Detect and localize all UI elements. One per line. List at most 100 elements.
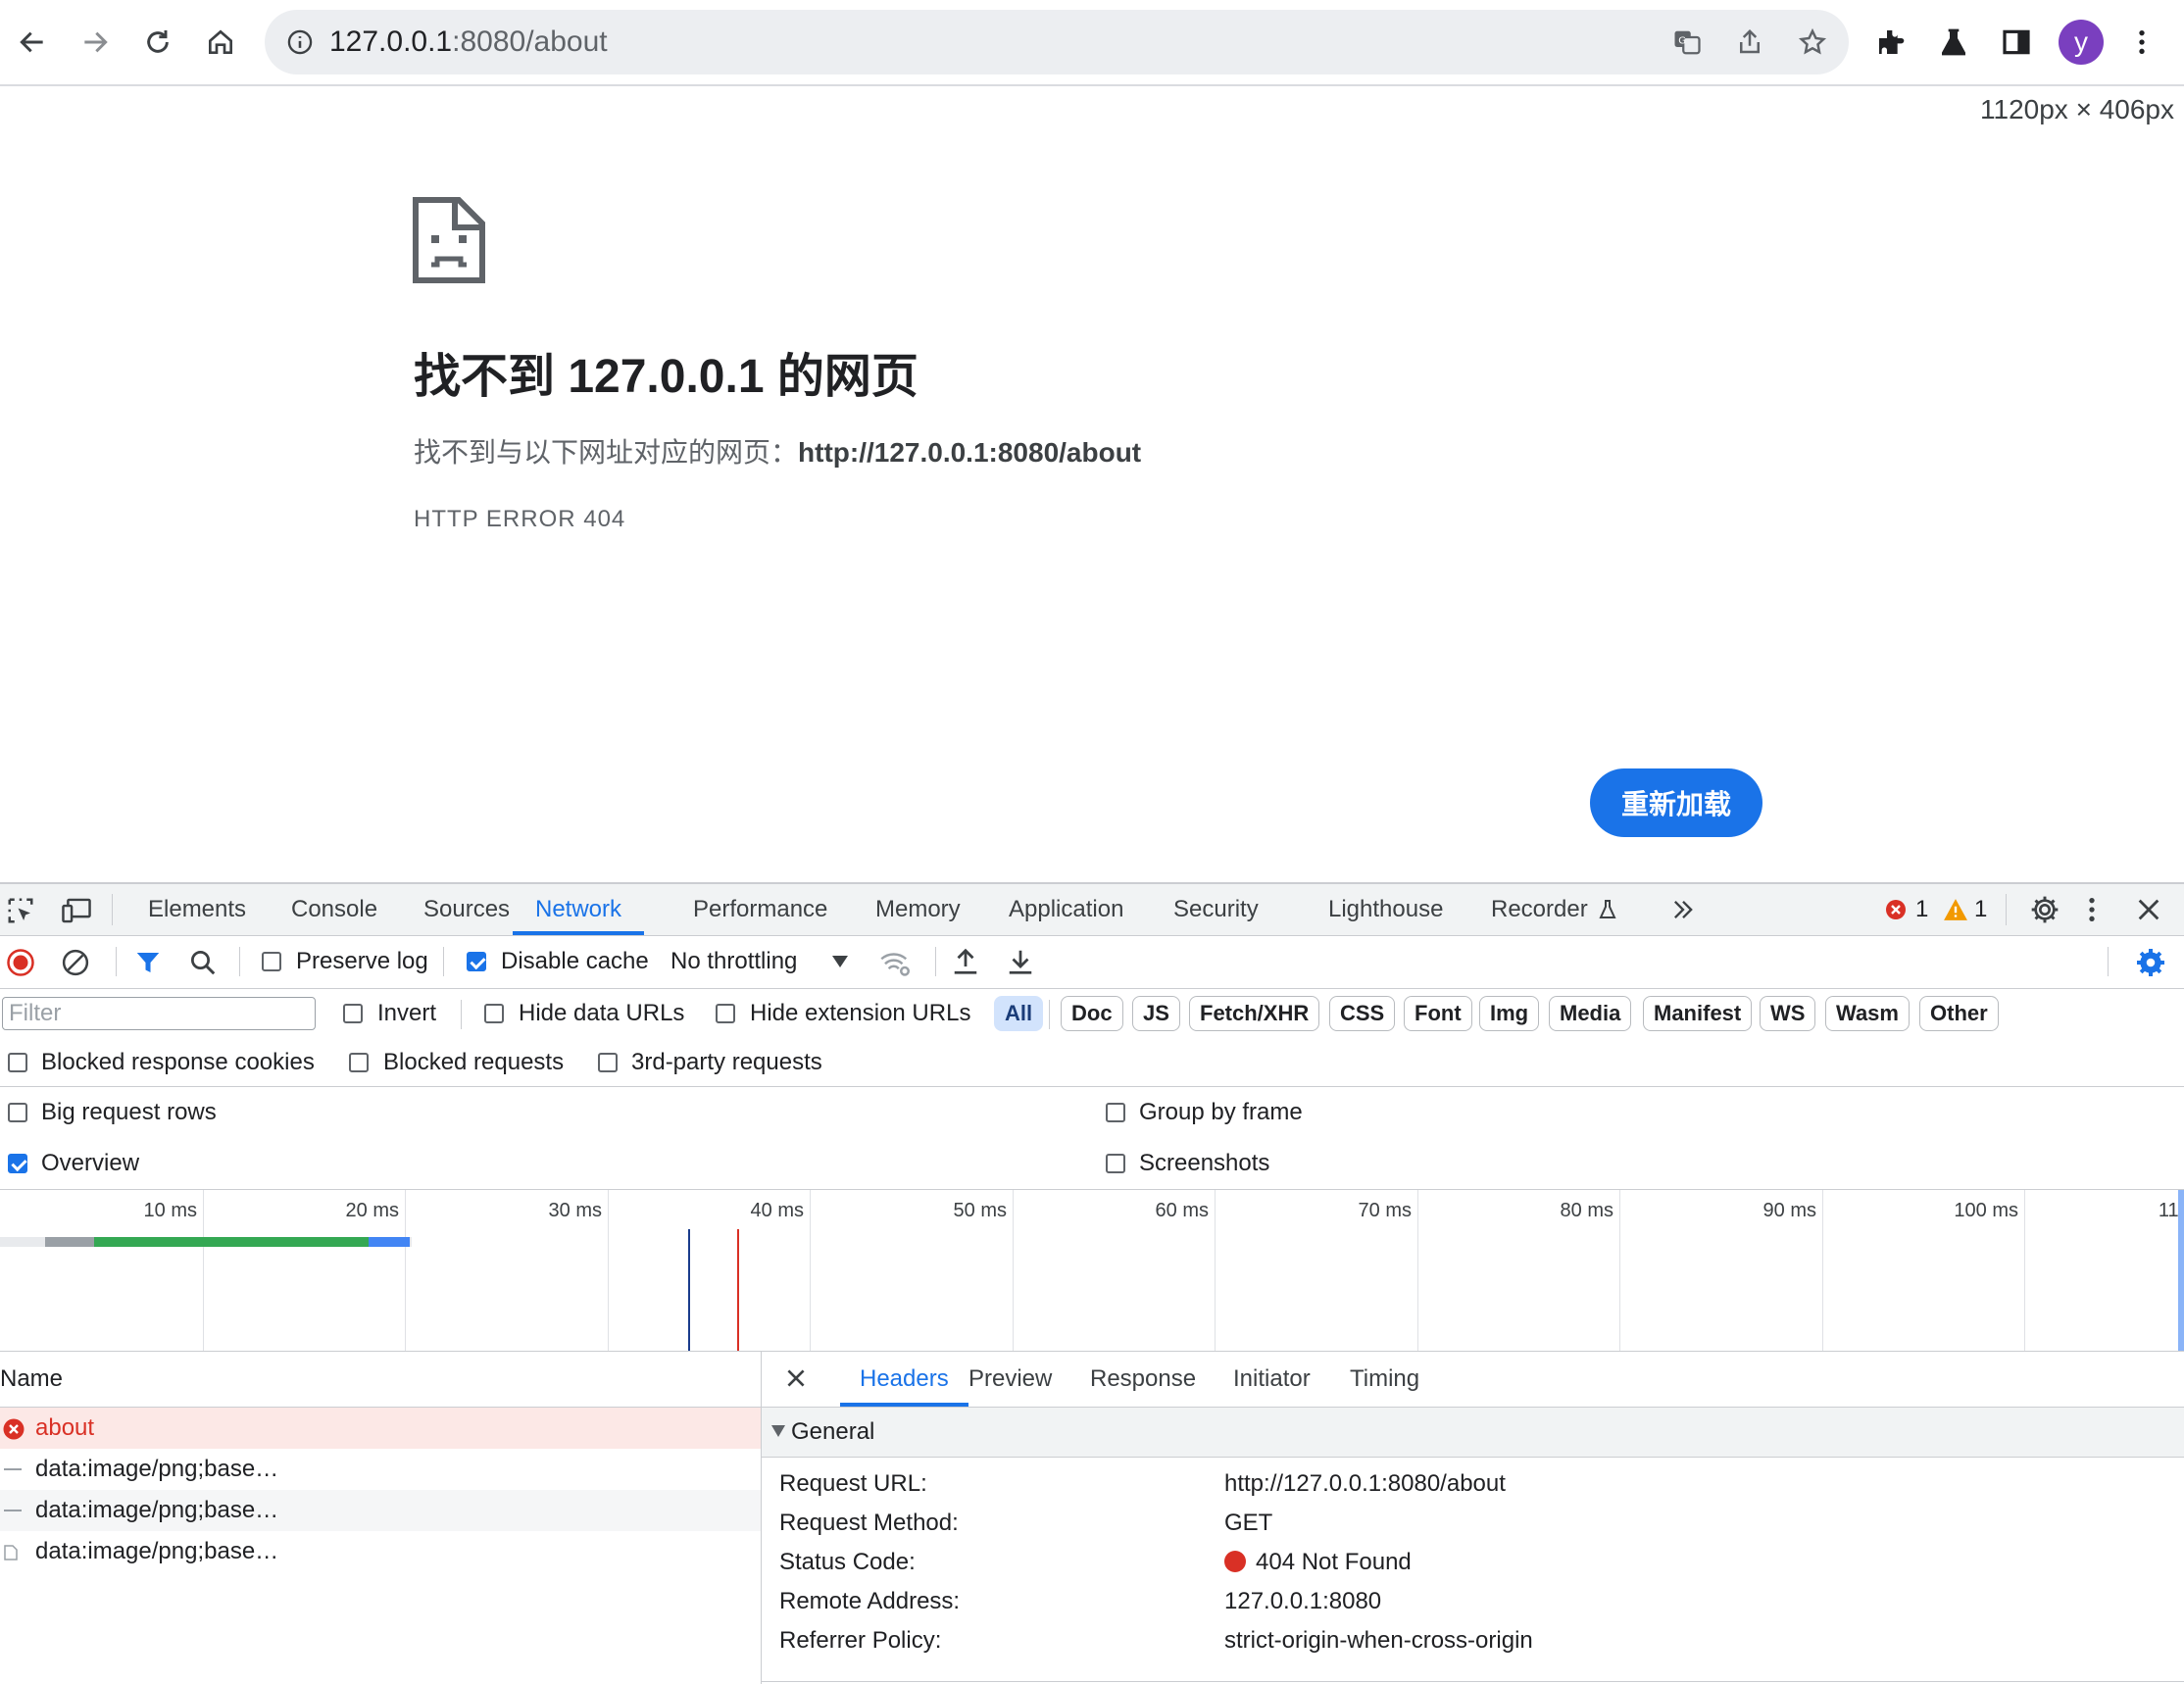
labs-button[interactable]: [1929, 18, 1978, 67]
timeline-tick-label: 100 ms: [1954, 1200, 2018, 1221]
browser-menu-button[interactable]: [2117, 18, 2166, 67]
search-icon[interactable]: [188, 948, 218, 977]
timeline-request-bar: [0, 1237, 412, 1247]
filter-funnel-icon[interactable]: [133, 948, 163, 977]
bookmark-star-icon[interactable]: [1798, 27, 1827, 57]
more-tabs-icon[interactable]: [1668, 896, 1698, 923]
reload-page-button[interactable]: [133, 18, 182, 67]
blocked-response-cookies-label: Blocked response cookies: [41, 1049, 315, 1075]
type-filter-all[interactable]: All: [994, 996, 1044, 1031]
device-toolbar-icon[interactable]: [61, 896, 92, 925]
hide-data-urls-checkbox[interactable]: [484, 1004, 504, 1023]
tab-performance[interactable]: Performance: [693, 884, 827, 935]
extensions-button[interactable]: [1866, 18, 1915, 67]
profile-avatar[interactable]: y: [2059, 20, 2104, 65]
request-name: about: [35, 1414, 95, 1441]
clear-icon[interactable]: [61, 948, 90, 977]
address-bar[interactable]: 127.0.0.1:8080/about G: [265, 10, 1849, 74]
header-key: Remote Address:: [779, 1588, 961, 1614]
devtools-menu-icon[interactable]: [2084, 894, 2100, 925]
error-count[interactable]: 1: [1915, 884, 1928, 935]
dom-content-loaded-marker: [688, 1229, 690, 1351]
overview-checkbox[interactable]: [8, 1154, 27, 1173]
overview-range-handle[interactable]: [2178, 1190, 2184, 1351]
type-filter-manifest[interactable]: Manifest: [1643, 996, 1753, 1031]
type-filter-font[interactable]: Font: [1404, 996, 1472, 1031]
type-filter-other[interactable]: Other: [1919, 996, 1999, 1031]
translate-icon[interactable]: G: [1672, 27, 1702, 57]
record-stop-icon[interactable]: [6, 948, 35, 977]
back-button[interactable]: [8, 18, 57, 67]
type-filter-media[interactable]: Media: [1549, 996, 1632, 1031]
details-tab-timing[interactable]: Timing: [1350, 1352, 1419, 1407]
disable-cache-checkbox[interactable]: [467, 952, 486, 971]
export-har-icon[interactable]: [1006, 946, 1035, 977]
error-count-icon[interactable]: [1884, 898, 1908, 921]
details-tab-preview[interactable]: Preview: [968, 1352, 1052, 1407]
site-info-icon[interactable]: [286, 28, 314, 56]
home-button[interactable]: [196, 18, 245, 67]
tab-memory[interactable]: Memory: [875, 884, 961, 935]
type-filter-wasm[interactable]: Wasm: [1825, 996, 1910, 1031]
svg-text:G: G: [1678, 35, 1686, 46]
share-icon[interactable]: [1735, 27, 1764, 57]
tab-application[interactable]: Application: [1009, 884, 1123, 935]
timeline-tick-label: 70 ms: [1358, 1200, 1412, 1221]
tab-network[interactable]: Network: [513, 884, 645, 935]
name-column-header[interactable]: Name: [0, 1352, 761, 1408]
network-settings-gear-icon[interactable]: [2135, 947, 2166, 978]
forward-button[interactable]: [71, 18, 120, 67]
group-by-frame-checkbox[interactable]: [1106, 1103, 1125, 1122]
filter-input[interactable]: Filter: [2, 997, 316, 1030]
tab-recorder[interactable]: Recorder: [1491, 884, 1588, 935]
request-row[interactable]: data:image/png;base…: [0, 1449, 761, 1490]
forward-arrow-icon: [84, 31, 108, 53]
general-section-header[interactable]: General: [762, 1408, 2184, 1458]
request-row[interactable]: data:image/png;base…: [0, 1490, 761, 1531]
inspect-element-icon[interactable]: [6, 896, 35, 925]
type-filter-js[interactable]: JS: [1132, 996, 1180, 1031]
request-row[interactable]: data:image/png;base…: [0, 1531, 761, 1572]
tab-elements[interactable]: Elements: [148, 884, 246, 935]
network-conditions-icon[interactable]: [878, 948, 912, 977]
settings-gear-icon[interactable]: [2029, 894, 2060, 925]
type-filter-img[interactable]: Img: [1479, 996, 1540, 1031]
type-filter-ws[interactable]: WS: [1760, 996, 1816, 1031]
timeline-grid-line: [1619, 1190, 1620, 1351]
image-type-icon: [4, 1510, 22, 1511]
timeline-grid-line: [810, 1190, 811, 1351]
close-details-icon[interactable]: [783, 1365, 809, 1391]
request-row-about[interactable]: about: [0, 1408, 761, 1449]
type-filter-fetch-xhr[interactable]: Fetch/XHR: [1189, 996, 1320, 1031]
network-overview-timeline[interactable]: 10 ms 20 ms 30 ms 40 ms 50 ms 60 ms 70 ms 80 ms…: [0, 1190, 2184, 1352]
details-tab-headers[interactable]: Headers: [840, 1352, 968, 1407]
blocked-response-cookies-checkbox[interactable]: [8, 1053, 27, 1072]
tab-sources[interactable]: Sources: [423, 884, 510, 935]
third-party-requests-checkbox[interactable]: [598, 1053, 618, 1072]
type-filter-css[interactable]: CSS: [1329, 996, 1396, 1031]
warning-count[interactable]: 1: [1974, 884, 1987, 935]
preserve-log-checkbox[interactable]: [262, 952, 281, 971]
tab-console[interactable]: Console: [291, 884, 377, 935]
invert-checkbox[interactable]: [343, 1004, 363, 1023]
blocked-requests-checkbox[interactable]: [349, 1053, 369, 1072]
chevron-down-icon[interactable]: [831, 955, 849, 968]
details-tab-initiator[interactable]: Initiator: [1233, 1352, 1311, 1407]
import-har-icon[interactable]: [951, 946, 980, 977]
request-name: data:image/png;base…: [35, 1456, 279, 1482]
throttling-select[interactable]: No throttling: [670, 935, 797, 988]
reload-button[interactable]: 重新加载: [1590, 768, 1762, 837]
tab-security[interactable]: Security: [1173, 884, 1259, 935]
home-icon: [209, 29, 232, 54]
type-filter-doc[interactable]: Doc: [1061, 996, 1123, 1031]
details-tab-response[interactable]: Response: [1090, 1352, 1196, 1407]
timeline-grid-line: [1013, 1190, 1014, 1351]
close-devtools-icon[interactable]: [2135, 896, 2162, 923]
side-panel-button[interactable]: [1992, 18, 2041, 67]
warning-count-icon[interactable]: [1943, 898, 1968, 921]
tab-lighthouse[interactable]: Lighthouse: [1328, 884, 1443, 935]
url-host: 127.0.0.1: [329, 25, 453, 58]
big-request-rows-checkbox[interactable]: [8, 1103, 27, 1122]
screenshots-checkbox[interactable]: [1106, 1154, 1125, 1173]
hide-extension-urls-checkbox[interactable]: [716, 1004, 735, 1023]
